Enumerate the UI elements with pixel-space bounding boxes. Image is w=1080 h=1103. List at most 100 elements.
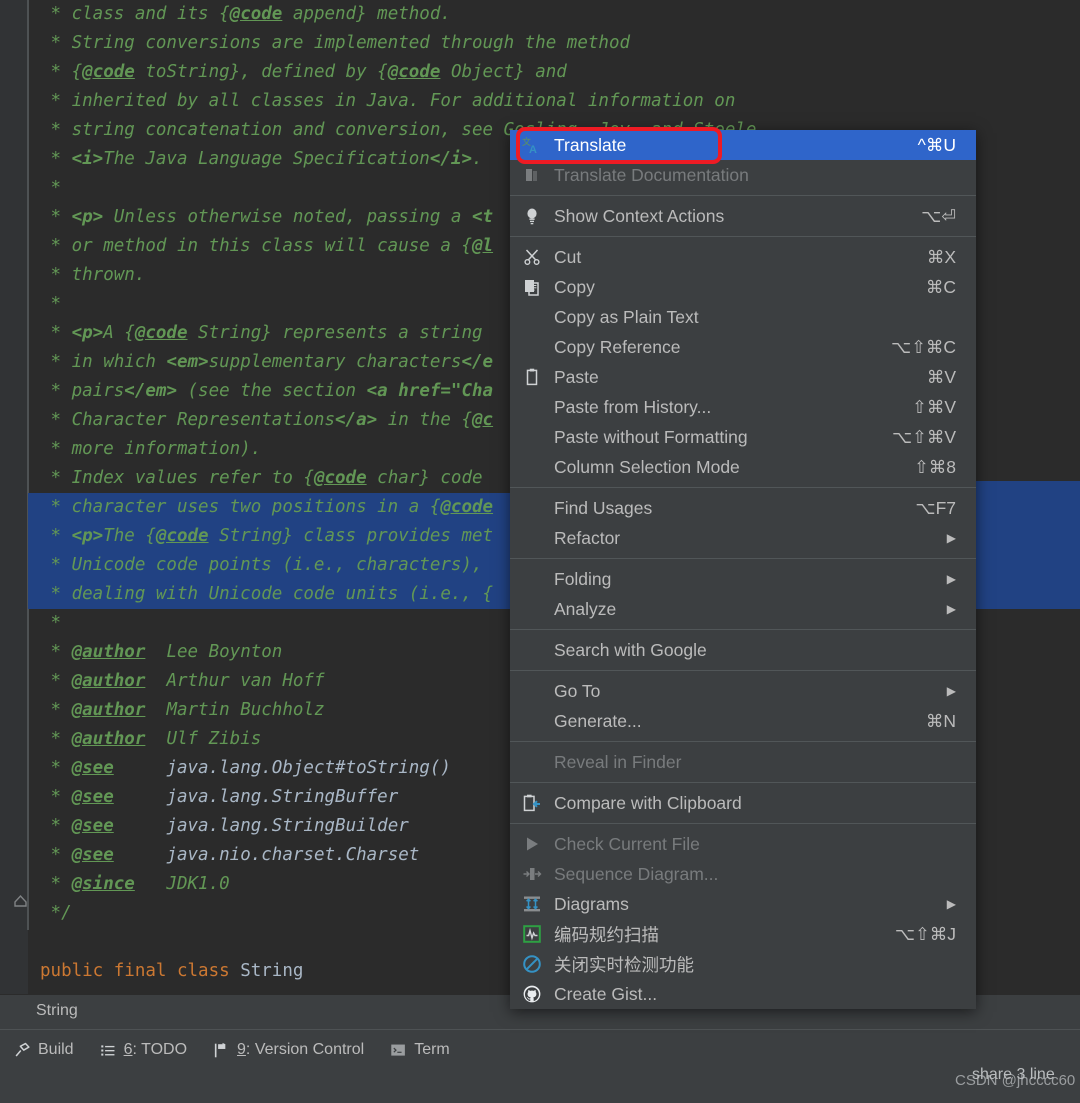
no-icon-spacer <box>521 498 543 518</box>
html-tag: <p> <box>72 526 104 546</box>
tool-window-todo[interactable]: 6: TODO <box>92 1038 205 1062</box>
comment-text: * Unicode code points (i.e., characters)… <box>40 555 493 575</box>
javadoc-tag: @code <box>82 62 135 82</box>
menu-item-copy-reference[interactable]: Copy Reference⌥⇧⌘C <box>510 332 976 362</box>
no-icon-spacer <box>521 681 543 701</box>
menu-item-compare-with-clipboard[interactable]: Compare with Clipboard <box>510 788 976 818</box>
comment-text: * <box>40 787 72 807</box>
comment-text: The Java Language Specification <box>103 149 430 169</box>
menu-item-label: Go To <box>554 681 935 702</box>
menu-item-find-usages[interactable]: Find Usages⌥F7 <box>510 493 976 523</box>
comment-text: supplementary characters <box>209 352 462 372</box>
javadoc-tag: @code <box>135 323 188 343</box>
no-icon-spacer <box>521 599 543 619</box>
tool-window-mnemonic: 6 <box>124 1041 133 1058</box>
submenu-chevron-right-icon: ▶ <box>947 532 956 544</box>
menu-item-generate[interactable]: Generate...⌘N <box>510 706 976 736</box>
javadoc-tag: @author <box>72 671 146 691</box>
comment-text: * thrown. <box>40 265 145 285</box>
comment-text: Lee Boynton <box>145 642 282 662</box>
submenu-chevron-right-icon: ▶ <box>947 685 956 697</box>
menu-item-label: Paste without Formatting <box>554 427 880 448</box>
paste-icon <box>521 367 543 387</box>
menu-item-shortcut: ⌥⇧⌘J <box>895 924 956 945</box>
menu-item-diagrams[interactable]: Diagrams▶ <box>510 889 976 919</box>
html-tag: </em> <box>124 381 177 401</box>
comment-text: in the { <box>377 410 472 430</box>
menu-separator <box>510 487 976 488</box>
menu-separator <box>510 629 976 630</box>
menu-item-label: 编码规约扫描 <box>554 922 883 947</box>
code-line: * class and its {@code append} method. <box>28 0 1080 29</box>
comment-text: Arthur van Hoff <box>145 671 324 691</box>
menu-item-translate-documentation: Translate Documentation <box>510 160 976 190</box>
menu-item-search-with-google[interactable]: Search with Google <box>510 635 976 665</box>
tool-window-mnemonic: 9 <box>237 1041 246 1058</box>
menu-item-copy[interactable]: Copy⌘C <box>510 272 976 302</box>
menu-item-show-context-actions[interactable]: Show Context Actions⌥⏎ <box>510 201 976 231</box>
menu-item-shortcut: ⌥F7 <box>915 498 956 519</box>
selection-highlight-overflow <box>975 481 1080 565</box>
editor-context-menu[interactable]: 文ATranslate^⌘UTranslate DocumentationSho… <box>510 130 976 1009</box>
javadoc-tag: @code <box>314 468 367 488</box>
terminal-icon <box>390 1042 407 1059</box>
menu-separator <box>510 741 976 742</box>
menu-item-analyze[interactable]: Analyze▶ <box>510 594 976 624</box>
menu-item-refactor[interactable]: Refactor ▶ <box>510 523 976 553</box>
javadoc-tag: @see <box>72 787 114 807</box>
javadoc-tag: @see <box>72 758 114 778</box>
menu-item-paste-from-history[interactable]: Paste from History... ⇧⌘V <box>510 392 976 422</box>
editor-gutter[interactable] <box>0 0 28 994</box>
html-tag: <t <box>472 207 493 227</box>
menu-item-编码规约扫描[interactable]: 编码规约扫描 ⌥⇧⌘J <box>510 919 976 949</box>
comment-text: Unless otherwise noted, passing a <box>103 207 472 227</box>
menu-item-check-current-file: Check Current File <box>510 829 976 859</box>
tool-window-version-control[interactable]: 9: Version Control <box>205 1038 382 1062</box>
menu-item-folding[interactable]: Folding▶ <box>510 564 976 594</box>
javadoc-reference: java.lang.Object#toString() <box>166 758 450 778</box>
menu-item-copy-as-plain-text[interactable]: Copy as Plain Text <box>510 302 976 332</box>
no-icon-spacer <box>521 427 543 447</box>
submenu-chevron-right-icon: ▶ <box>947 603 956 615</box>
submenu-chevron-right-icon: ▶ <box>947 898 956 910</box>
menu-item-paste[interactable]: Paste⌘V <box>510 362 976 392</box>
html-tag: </e <box>461 352 493 372</box>
comment-text: * { <box>40 62 82 82</box>
menu-item-label: Reveal in Finder <box>554 752 956 773</box>
code-line: * String conversions are implemented thr… <box>28 29 1080 58</box>
scissors-icon <box>521 247 543 267</box>
comment-text: * or method in this class will cause a { <box>40 236 472 256</box>
menu-item-shortcut: ⌘V <box>927 367 956 388</box>
comment-text: * <box>40 874 72 894</box>
menu-item-label: Refactor <box>554 528 935 549</box>
tool-window-label: Build <box>38 1041 74 1059</box>
comment-text: * Index values refer to { <box>40 468 314 488</box>
menu-item-cut[interactable]: Cut⌘X <box>510 242 976 272</box>
menu-item-label: Copy <box>554 277 914 298</box>
menu-item-关闭实时检测功能[interactable]: 关闭实时检测功能 <box>510 949 976 979</box>
build-hammer-icon <box>14 1042 31 1059</box>
javadoc-reference: java.lang.StringBuilder <box>166 816 408 836</box>
todo-list-icon <box>100 1042 117 1059</box>
no-icon-spacer <box>521 457 543 477</box>
comment-text: * more information). <box>40 439 261 459</box>
menu-item-paste-without-formatting[interactable]: Paste without Formatting⌥⇧⌘V <box>510 422 976 452</box>
tool-window-term[interactable]: Term <box>382 1038 468 1062</box>
menu-item-shortcut: ⇧⌘V <box>912 397 956 418</box>
menu-item-column-selection-mode[interactable]: Column Selection Mode⇧⌘8 <box>510 452 976 482</box>
menu-item-go-to[interactable]: Go To ▶ <box>510 676 976 706</box>
no-icon-spacer <box>521 307 543 327</box>
breadcrumb-class[interactable]: String <box>36 1002 78 1020</box>
menu-item-shortcut: ⌥⏎ <box>921 206 956 227</box>
comment-text: * <box>40 729 72 749</box>
menu-item-label: Paste from History... <box>554 397 900 418</box>
menu-item-create-gist[interactable]: Create Gist... <box>510 979 976 1009</box>
comment-text: String} class provides met <box>209 526 493 546</box>
comment-text: A { <box>103 323 135 343</box>
menu-item-label: Cut <box>554 247 915 268</box>
code-fold-end-marker[interactable] <box>12 892 29 909</box>
tool-window-build[interactable]: Build <box>6 1038 92 1062</box>
version-control-icon <box>213 1042 230 1059</box>
javadoc-tag: @c <box>472 410 493 430</box>
menu-item-label: 关闭实时检测功能 <box>554 952 956 977</box>
